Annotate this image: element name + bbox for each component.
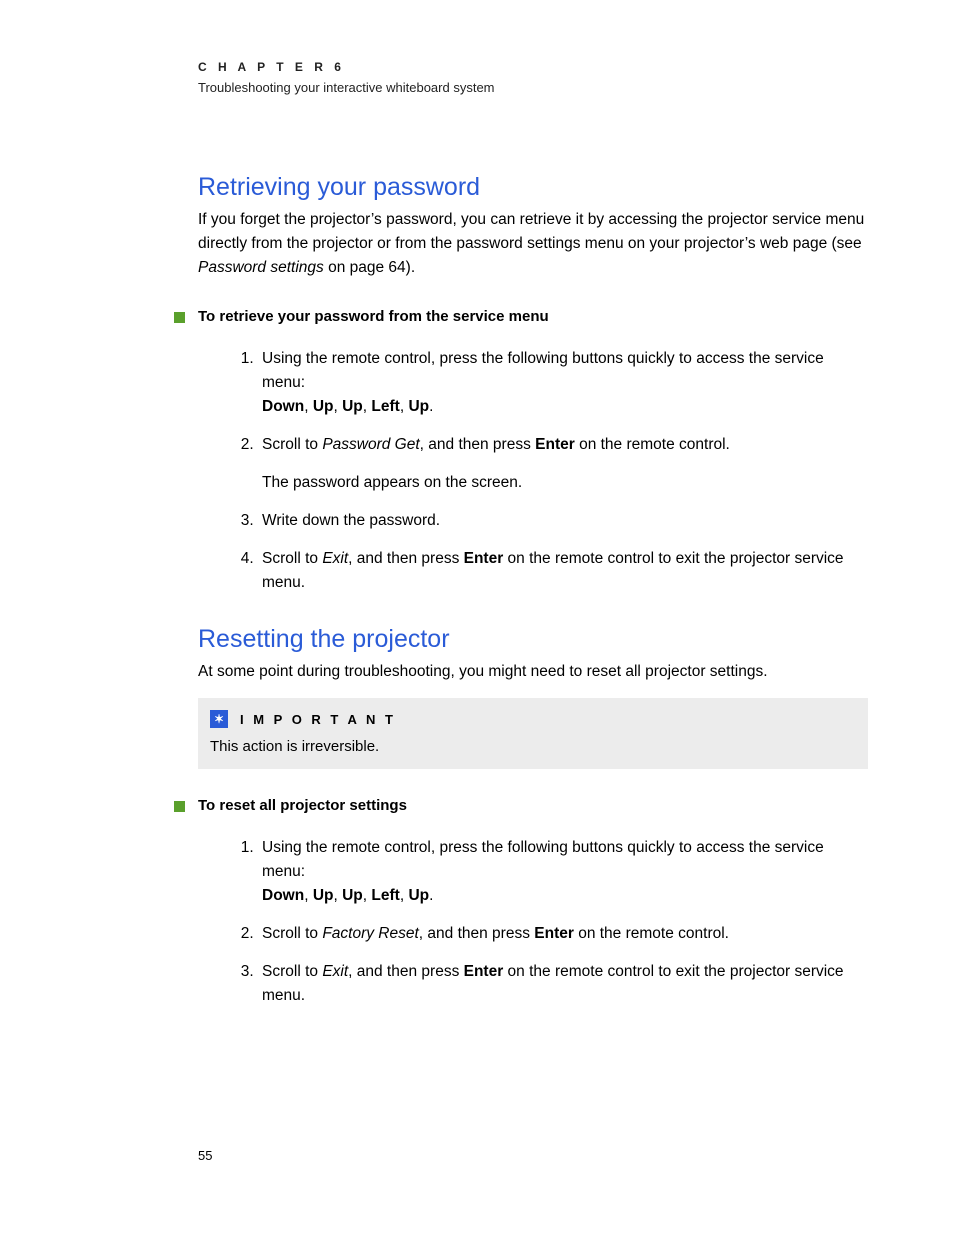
procedure-block: To reset all projector settings	[174, 797, 868, 814]
text: Using the remote control, press the foll…	[262, 839, 824, 880]
button-name: Left	[371, 887, 399, 904]
text: Scroll to	[262, 436, 322, 453]
button-name: Left	[371, 398, 399, 415]
button-name: Down	[262, 887, 304, 904]
step-4: Scroll to Exit, and then press Enter on …	[258, 547, 868, 595]
section-heading-retrieving-password: Retrieving your password	[198, 173, 868, 202]
document-page: C H A P T E R 6 Troubleshooting your int…	[0, 0, 954, 1235]
important-header: ✶ I M P O R T A N T	[210, 710, 856, 728]
step-1: Using the remote control, press the foll…	[258, 347, 868, 419]
text: , and then press	[348, 550, 463, 567]
button-name: Up	[313, 398, 334, 415]
chapter-label: C H A P T E R 6	[198, 60, 868, 74]
text: Scroll to	[262, 963, 322, 980]
important-callout: ✶ I M P O R T A N T This action is irrev…	[198, 698, 868, 769]
text: .	[429, 398, 433, 415]
section1-intro: If you forget the projector’s password, …	[198, 208, 868, 280]
step-2: Scroll to Password Get, and then press E…	[258, 433, 868, 495]
step-3: Scroll to Exit, and then press Enter on …	[258, 960, 868, 1008]
button-name: Enter	[464, 963, 504, 980]
step-3: Write down the password.	[258, 509, 868, 533]
procedure-steps: Using the remote control, press the foll…	[198, 347, 868, 595]
section2-intro: At some point during troubleshooting, yo…	[198, 660, 868, 684]
button-name: Up	[342, 887, 363, 904]
button-name: Up	[313, 887, 334, 904]
menu-item: Exit	[322, 550, 348, 567]
procedure-title: To retrieve your password from the servi…	[198, 308, 868, 325]
step-2: Scroll to Factory Reset, and then press …	[258, 922, 868, 946]
cross-reference: Password settings	[198, 259, 324, 276]
text: , and then press	[348, 963, 463, 980]
button-name: Enter	[535, 436, 575, 453]
menu-item: Factory Reset	[322, 925, 418, 942]
procedure-steps: Using the remote control, press the foll…	[198, 836, 868, 1008]
text: on the remote control.	[574, 925, 729, 942]
text: Using the remote control, press the foll…	[262, 350, 824, 391]
section-heading-resetting-projector: Resetting the projector	[198, 625, 868, 654]
menu-item: Password Get	[322, 436, 419, 453]
text: Scroll to	[262, 550, 322, 567]
step-result: The password appears on the screen.	[262, 471, 868, 495]
text: on page 64).	[324, 259, 415, 276]
chapter-subtitle: Troubleshooting your interactive whitebo…	[198, 80, 868, 95]
important-body: This action is irreversible.	[210, 738, 856, 755]
step-1: Using the remote control, press the foll…	[258, 836, 868, 908]
text: If you forget the projector’s password, …	[198, 211, 864, 252]
procedure-bullet-icon	[174, 801, 185, 812]
text: .	[429, 887, 433, 904]
procedure-bullet-icon	[174, 312, 185, 323]
button-name: Up	[408, 887, 429, 904]
text: ,	[333, 398, 342, 415]
text: on the remote control.	[575, 436, 730, 453]
button-name: Enter	[464, 550, 504, 567]
procedure-block: To retrieve your password from the servi…	[174, 308, 868, 325]
text: , and then press	[420, 436, 535, 453]
button-name: Enter	[534, 925, 574, 942]
text: ,	[304, 887, 313, 904]
procedure-title: To reset all projector settings	[198, 797, 868, 814]
text: ,	[304, 398, 313, 415]
button-name: Down	[262, 398, 304, 415]
text: , and then press	[419, 925, 534, 942]
page-number: 55	[198, 1148, 212, 1163]
button-name: Up	[342, 398, 363, 415]
button-name: Up	[408, 398, 429, 415]
important-label: I M P O R T A N T	[240, 712, 396, 727]
menu-item: Exit	[322, 963, 348, 980]
important-icon: ✶	[210, 710, 228, 728]
text: ,	[333, 887, 342, 904]
text: Scroll to	[262, 925, 322, 942]
